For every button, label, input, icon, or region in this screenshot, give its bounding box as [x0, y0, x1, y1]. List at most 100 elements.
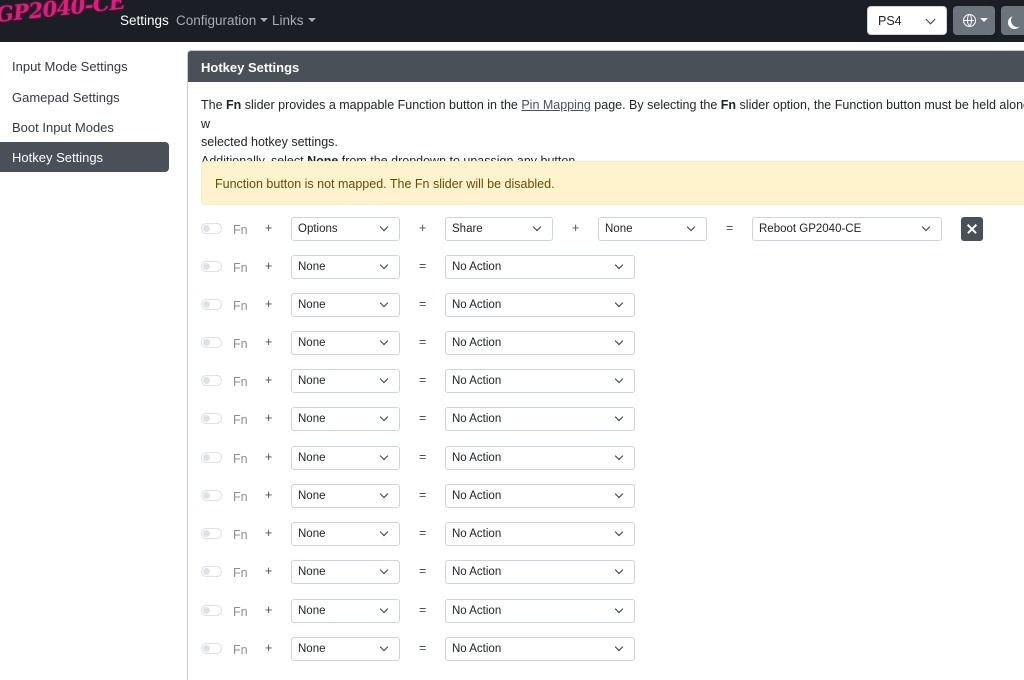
- action-select[interactable]: No Action: [445, 522, 635, 546]
- hotkey-row: Fn + None = No Action: [0, 293, 1024, 319]
- action-select[interactable]: Reboot GP2040-CE: [752, 217, 942, 241]
- button-select[interactable]: None: [291, 293, 400, 317]
- action-select[interactable]: No Action: [445, 331, 635, 355]
- language-button[interactable]: [953, 6, 995, 35]
- action-select[interactable]: No Action: [445, 255, 635, 279]
- button-select[interactable]: None: [291, 369, 400, 393]
- equals-sign: =: [419, 373, 427, 387]
- fn-label: Fn: [233, 490, 248, 504]
- fn-toggle[interactable]: [201, 223, 222, 234]
- action-select[interactable]: No Action: [445, 637, 635, 661]
- action-select-value: Reboot GP2040-CE: [759, 223, 862, 235]
- remove-hotkey-button[interactable]: [961, 217, 983, 241]
- equals-sign: =: [419, 603, 427, 617]
- theme-toggle-button[interactable]: [1001, 6, 1024, 35]
- fn-toggle[interactable]: [201, 528, 222, 539]
- chevron-down-icon: [379, 222, 389, 232]
- plus-sign: +: [265, 297, 273, 311]
- fn-toggle[interactable]: [201, 337, 222, 348]
- button-select[interactable]: None: [291, 560, 400, 584]
- action-select[interactable]: No Action: [445, 599, 635, 623]
- hotkey-row: Fn + None = No Action: [0, 369, 1024, 395]
- chevron-down-icon: [379, 298, 389, 308]
- chevron-down-icon: [379, 336, 389, 346]
- button-select[interactable]: None: [291, 637, 400, 661]
- fn-toggle[interactable]: [201, 566, 222, 577]
- action-select[interactable]: No Action: [445, 407, 635, 431]
- action-select-value: No Action: [452, 261, 502, 273]
- input-mode-select[interactable]: PS4: [867, 6, 947, 35]
- equals-sign: =: [419, 411, 427, 425]
- chevron-down-icon: [614, 642, 624, 652]
- action-select[interactable]: No Action: [445, 369, 635, 393]
- button-select-value: None: [298, 337, 326, 349]
- fn-label: Fn: [233, 223, 248, 237]
- chevron-down-icon: [379, 451, 389, 461]
- nav-settings[interactable]: Settings: [120, 13, 169, 28]
- fn-toggle[interactable]: [201, 490, 222, 501]
- equals-sign: =: [726, 221, 734, 235]
- hotkey-row: Fn + Options + Share + None = Reboot GP2…: [0, 217, 1024, 243]
- fn-toggle[interactable]: [201, 605, 222, 616]
- fn-label: Fn: [233, 299, 248, 313]
- action-select[interactable]: No Action: [445, 293, 635, 317]
- fn-toggle[interactable]: [201, 375, 222, 386]
- nav-links-dropdown[interactable]: Links: [272, 13, 316, 28]
- button-select-2[interactable]: Share: [445, 217, 553, 241]
- top-navbar: GP2040-CE Settings Configuration Links P…: [0, 0, 1024, 42]
- button-select-3[interactable]: None: [598, 217, 707, 241]
- hotkey-row: Fn + None = No Action: [0, 446, 1024, 472]
- sidebar-item-hotkey-settings[interactable]: Hotkey Settings: [0, 142, 169, 172]
- fn-label: Fn: [233, 528, 248, 542]
- chevron-down-icon: [614, 527, 624, 537]
- button-select-value: None: [298, 566, 326, 578]
- pin-mapping-link[interactable]: Pin Mapping: [521, 98, 591, 112]
- action-select[interactable]: No Action: [445, 560, 635, 584]
- equals-sign: =: [419, 488, 427, 502]
- button-select-value: Share: [452, 223, 483, 235]
- fn-label: Fn: [233, 337, 248, 351]
- button-select[interactable]: None: [291, 599, 400, 623]
- caret-down-icon: [307, 18, 316, 22]
- fn-warning-alert: Function button is not mapped. The Fn sl…: [201, 161, 1024, 205]
- sidebar-item-gamepad-settings[interactable]: Gamepad Settings: [0, 82, 169, 112]
- nav-configuration-label: Configuration: [176, 13, 257, 28]
- fn-toggle[interactable]: [201, 452, 222, 463]
- equals-sign: =: [419, 297, 427, 311]
- chevron-down-icon: [614, 298, 624, 308]
- fn-toggle[interactable]: [201, 643, 222, 654]
- brand-logo[interactable]: GP2040-CE: [0, 0, 126, 27]
- fn-toggle[interactable]: [201, 413, 222, 424]
- plus-sign: +: [265, 450, 273, 464]
- action-select[interactable]: No Action: [445, 446, 635, 470]
- button-select[interactable]: None: [291, 407, 400, 431]
- button-select[interactable]: None: [291, 255, 400, 279]
- fn-toggle[interactable]: [201, 261, 222, 272]
- plus-sign: +: [265, 641, 273, 655]
- equals-sign: =: [419, 335, 427, 349]
- nav-configuration-dropdown[interactable]: Configuration: [176, 13, 269, 28]
- hotkey-row: Fn + None = No Action: [0, 599, 1024, 625]
- fn-label: Fn: [233, 375, 248, 389]
- plus-sign: +: [419, 221, 427, 235]
- button-select[interactable]: None: [291, 446, 400, 470]
- button-select[interactable]: None: [291, 522, 400, 546]
- chevron-down-icon: [379, 260, 389, 270]
- fn-toggle[interactable]: [201, 299, 222, 310]
- chevron-down-icon: [532, 222, 542, 232]
- chevron-down-icon: [379, 489, 389, 499]
- hotkey-row: Fn + None = No Action: [0, 407, 1024, 433]
- sidebar-item-input-mode-settings[interactable]: Input Mode Settings: [0, 51, 169, 81]
- chevron-down-icon: [379, 565, 389, 575]
- caret-down-icon: [260, 18, 269, 22]
- button-select-1[interactable]: Options: [291, 217, 400, 241]
- plus-sign: +: [572, 221, 580, 235]
- equals-sign: =: [419, 564, 427, 578]
- action-select[interactable]: No Action: [445, 484, 635, 508]
- button-select[interactable]: None: [291, 484, 400, 508]
- chevron-down-icon: [686, 222, 696, 232]
- button-select-value: None: [298, 528, 326, 540]
- button-select[interactable]: None: [291, 331, 400, 355]
- sidebar-item-boot-input-modes[interactable]: Boot Input Modes: [0, 112, 169, 142]
- equals-sign: =: [419, 259, 427, 273]
